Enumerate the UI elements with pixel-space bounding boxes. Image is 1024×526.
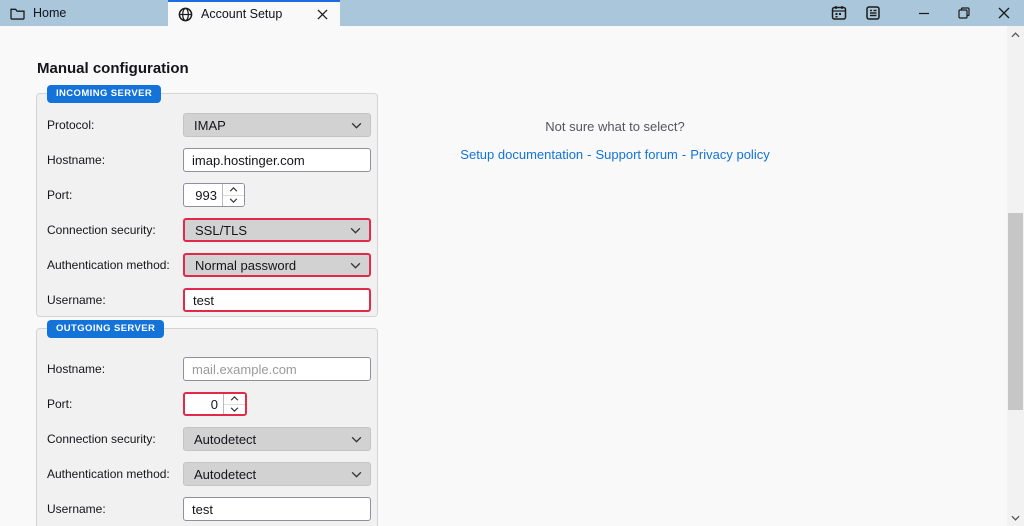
privacy-policy-link[interactable]: Privacy policy: [690, 147, 769, 162]
incoming-auth-method-row: Authentication method: Normal password: [37, 253, 377, 277]
outgoing-server-panel: OUTGOING SERVER Hostname: Port: Connecti…: [36, 328, 378, 526]
titlebar-icons: [822, 0, 1024, 26]
incoming-server-panel: INCOMING SERVER Protocol: IMAP Hostname:…: [36, 93, 378, 317]
scrollbar-down-icon[interactable]: [1007, 509, 1024, 526]
chevron-down-icon: [351, 122, 362, 129]
tasks-icon[interactable]: [856, 0, 890, 26]
scrollbar-thumb[interactable]: [1008, 213, 1023, 410]
outgoing-port-input[interactable]: [185, 394, 223, 414]
chevron-down-icon: [350, 262, 361, 269]
outgoing-hostname-input[interactable]: [183, 357, 371, 381]
tab-account-setup-label: Account Setup: [201, 7, 307, 21]
help-column: Not sure what to select? Setup documenta…: [430, 119, 800, 162]
spinner-down-icon[interactable]: [223, 195, 244, 207]
incoming-port-input[interactable]: [184, 184, 222, 206]
incoming-port-label: Port:: [37, 188, 183, 202]
outgoing-port-row: Port:: [37, 392, 377, 416]
incoming-server-badge: INCOMING SERVER: [47, 85, 161, 103]
incoming-port-spinner: [222, 184, 244, 206]
titlebar: Home Account Setup: [0, 0, 1024, 26]
chevron-down-icon: [351, 471, 362, 478]
incoming-connection-security-row: Connection security: SSL/TLS: [37, 218, 377, 242]
incoming-auth-method-select[interactable]: Normal password: [183, 253, 371, 277]
help-question: Not sure what to select?: [430, 119, 800, 134]
outgoing-connection-security-row: Connection security: Autodetect: [37, 427, 377, 451]
vertical-scrollbar[interactable]: [1007, 26, 1024, 526]
close-icon[interactable]: [984, 0, 1024, 26]
outgoing-server-badge: OUTGOING SERVER: [47, 320, 164, 338]
outgoing-port-field: [183, 392, 247, 416]
outgoing-auth-method-label: Authentication method:: [37, 467, 183, 481]
scrollbar-up-icon[interactable]: [1007, 26, 1024, 43]
page-title: Manual configuration: [37, 60, 189, 77]
setup-documentation-link[interactable]: Setup documentation: [460, 147, 583, 162]
account-setup-content: Manual configuration INCOMING SERVER Pro…: [0, 26, 1024, 526]
link-separator: -: [682, 147, 686, 162]
incoming-username-row: Username:: [37, 288, 377, 312]
incoming-auth-method-label: Authentication method:: [37, 258, 183, 272]
globe-icon: [178, 7, 193, 22]
incoming-username-input[interactable]: [183, 288, 371, 312]
incoming-protocol-select[interactable]: IMAP: [183, 113, 371, 137]
support-forum-link[interactable]: Support forum: [596, 147, 678, 162]
incoming-port-field: [183, 183, 245, 207]
outgoing-username-input[interactable]: [183, 497, 371, 521]
incoming-hostname-row: Hostname:: [37, 148, 377, 172]
tab-home-label: Home: [33, 6, 66, 20]
incoming-hostname-input[interactable]: [183, 148, 371, 172]
outgoing-auth-method-row: Authentication method: Autodetect: [37, 462, 377, 486]
incoming-connection-security-select[interactable]: SSL/TLS: [183, 218, 371, 242]
outgoing-connection-security-label: Connection security:: [37, 432, 183, 446]
outgoing-hostname-label: Hostname:: [37, 362, 183, 376]
spinner-up-icon[interactable]: [224, 394, 245, 404]
incoming-protocol-row: Protocol: IMAP: [37, 113, 377, 137]
tab-close-icon[interactable]: [315, 7, 330, 22]
tab-account-setup[interactable]: Account Setup: [168, 0, 340, 26]
incoming-port-row: Port:: [37, 183, 377, 207]
outgoing-username-label: Username:: [37, 502, 183, 516]
restore-icon[interactable]: [944, 0, 984, 26]
incoming-connection-security-label: Connection security:: [37, 223, 183, 237]
outgoing-connection-security-select[interactable]: Autodetect: [183, 427, 371, 451]
incoming-username-label: Username:: [37, 293, 183, 307]
chevron-down-icon: [351, 436, 362, 443]
chevron-down-icon: [350, 227, 361, 234]
outgoing-auth-method-select[interactable]: Autodetect: [183, 462, 371, 486]
outgoing-hostname-row: Hostname:: [37, 357, 377, 381]
link-separator: -: [587, 147, 591, 162]
outgoing-port-label: Port:: [37, 397, 183, 411]
window-controls: [904, 0, 1024, 26]
minimize-icon[interactable]: [904, 0, 944, 26]
outgoing-port-spinner: [223, 394, 245, 414]
calendar-icon[interactable]: [822, 0, 856, 26]
outgoing-username-row: Username:: [37, 497, 377, 521]
help-links: Setup documentation-Support forum-Privac…: [430, 147, 800, 162]
tab-home[interactable]: Home: [0, 0, 168, 26]
spinner-up-icon[interactable]: [223, 184, 244, 195]
folder-icon: [10, 7, 25, 20]
spinner-down-icon[interactable]: [224, 404, 245, 415]
incoming-protocol-label: Protocol:: [37, 118, 183, 132]
incoming-hostname-label: Hostname:: [37, 153, 183, 167]
